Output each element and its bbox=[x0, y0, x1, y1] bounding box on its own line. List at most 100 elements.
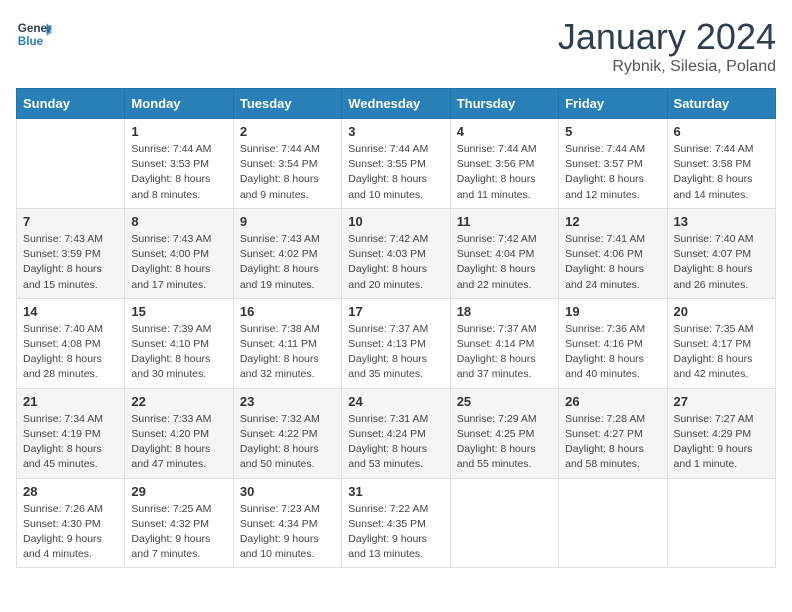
table-row: 19Sunrise: 7:36 AM Sunset: 4:16 PM Dayli… bbox=[559, 298, 667, 388]
calendar-week-row: 14Sunrise: 7:40 AM Sunset: 4:08 PM Dayli… bbox=[17, 298, 776, 388]
cell-content: Sunrise: 7:39 AM Sunset: 4:10 PM Dayligh… bbox=[131, 322, 226, 383]
cell-content: Sunrise: 7:44 AM Sunset: 3:58 PM Dayligh… bbox=[674, 142, 769, 203]
table-row: 27 Sunrise: 7:27 AM Sunset: 4:29 PM Dayli… bbox=[667, 388, 775, 478]
table-row bbox=[450, 478, 558, 568]
header-wednesday: Wednesday bbox=[342, 89, 450, 119]
date-number: 31 bbox=[348, 484, 443, 499]
table-row: 31Sunrise: 7:22 AM Sunset: 4:35 PM Dayli… bbox=[342, 478, 450, 568]
cell-content: Sunrise: 7:37 AM Sunset: 4:14 PM Dayligh… bbox=[457, 322, 552, 383]
cell-content: Sunrise: 7:44 AM Sunset: 3:57 PM Dayligh… bbox=[565, 142, 660, 203]
date-number: 30 bbox=[240, 484, 335, 499]
date-number: 13 bbox=[674, 214, 769, 229]
table-row bbox=[559, 478, 667, 568]
date-number: 2 bbox=[240, 124, 335, 139]
cell-content: Sunrise: 7:23 AM Sunset: 4:34 PM Dayligh… bbox=[240, 502, 335, 563]
calendar-table: Sunday Monday Tuesday Wednesday Thursday… bbox=[16, 88, 776, 568]
date-number: 15 bbox=[131, 304, 226, 319]
date-number: 16 bbox=[240, 304, 335, 319]
month-year-title: January 2024 bbox=[558, 16, 776, 58]
cell-content: Sunrise: 7:42 AM Sunset: 4:03 PM Dayligh… bbox=[348, 232, 443, 293]
cell-content: Sunrise: 7:35 AM Sunset: 4:17 PM Dayligh… bbox=[674, 322, 769, 383]
date-number: 7 bbox=[23, 214, 118, 229]
logo-icon: General Blue bbox=[16, 16, 52, 52]
date-number: 8 bbox=[131, 214, 226, 229]
date-number: 25 bbox=[457, 394, 552, 409]
date-number: 5 bbox=[565, 124, 660, 139]
table-row: 17 Sunrise: 7:37 AM Sunset: 4:13 PM Dayli… bbox=[342, 298, 450, 388]
header-sunday: Sunday bbox=[17, 89, 125, 119]
table-row: 21 Sunrise: 7:34 AM Sunset: 4:19 PM Dayli… bbox=[17, 388, 125, 478]
table-row: 16 Sunrise: 7:38 AM Sunset: 4:11 PM Dayli… bbox=[233, 298, 341, 388]
cell-content: Sunrise: 7:37 AM Sunset: 4:13 PM Dayligh… bbox=[348, 322, 443, 383]
header-monday: Monday bbox=[125, 89, 233, 119]
header-saturday: Saturday bbox=[667, 89, 775, 119]
table-row: 22 Sunrise: 7:33 AM Sunset: 4:20 PM Dayli… bbox=[125, 388, 233, 478]
table-row: 1 Sunrise: 7:44 AM Sunset: 3:53 PM Daylig… bbox=[125, 119, 233, 209]
date-number: 28 bbox=[23, 484, 118, 499]
date-number: 11 bbox=[457, 214, 552, 229]
cell-content: Sunrise: 7:44 AM Sunset: 3:56 PM Dayligh… bbox=[457, 142, 552, 203]
cell-content: Sunrise: 7:43 AM Sunset: 4:02 PM Dayligh… bbox=[240, 232, 335, 293]
cell-content: Sunrise: 7:32 AM Sunset: 4:22 PM Dayligh… bbox=[240, 412, 335, 473]
date-number: 10 bbox=[348, 214, 443, 229]
cell-content: Sunrise: 7:38 AM Sunset: 4:11 PM Dayligh… bbox=[240, 322, 335, 383]
cell-content: Sunrise: 7:43 AM Sunset: 4:00 PM Dayligh… bbox=[131, 232, 226, 293]
table-row: 18 Sunrise: 7:37 AM Sunset: 4:14 PM Dayli… bbox=[450, 298, 558, 388]
header-tuesday: Tuesday bbox=[233, 89, 341, 119]
cell-content: Sunrise: 7:40 AM Sunset: 4:08 PM Dayligh… bbox=[23, 322, 118, 383]
date-number: 17 bbox=[348, 304, 443, 319]
table-row: 3 Sunrise: 7:44 AM Sunset: 3:55 PM Daylig… bbox=[342, 119, 450, 209]
calendar-week-row: 7 Sunrise: 7:43 AM Sunset: 3:59 PM Daylig… bbox=[17, 208, 776, 298]
date-number: 20 bbox=[674, 304, 769, 319]
table-row: 28Sunrise: 7:26 AM Sunset: 4:30 PM Dayli… bbox=[17, 478, 125, 568]
table-row: 14Sunrise: 7:40 AM Sunset: 4:08 PM Dayli… bbox=[17, 298, 125, 388]
svg-text:Blue: Blue bbox=[18, 35, 44, 48]
header-thursday: Thursday bbox=[450, 89, 558, 119]
page-header: General Blue January 2024 Rybnik, Silesi… bbox=[16, 16, 776, 76]
table-row: 12Sunrise: 7:41 AM Sunset: 4:06 PM Dayli… bbox=[559, 208, 667, 298]
cell-content: Sunrise: 7:34 AM Sunset: 4:19 PM Dayligh… bbox=[23, 412, 118, 473]
cell-content: Sunrise: 7:25 AM Sunset: 4:32 PM Dayligh… bbox=[131, 502, 226, 563]
date-number: 29 bbox=[131, 484, 226, 499]
table-row bbox=[667, 478, 775, 568]
cell-content: Sunrise: 7:27 AM Sunset: 4:29 PM Dayligh… bbox=[674, 412, 769, 473]
table-row: 24 Sunrise: 7:31 AM Sunset: 4:24 PM Dayli… bbox=[342, 388, 450, 478]
table-row: 5 Sunrise: 7:44 AM Sunset: 3:57 PM Daylig… bbox=[559, 119, 667, 209]
date-number: 4 bbox=[457, 124, 552, 139]
table-row: 2 Sunrise: 7:44 AM Sunset: 3:54 PM Daylig… bbox=[233, 119, 341, 209]
cell-content: Sunrise: 7:44 AM Sunset: 3:54 PM Dayligh… bbox=[240, 142, 335, 203]
location-subtitle: Rybnik, Silesia, Poland bbox=[558, 58, 776, 76]
table-row: 20 Sunrise: 7:35 AM Sunset: 4:17 PM Dayli… bbox=[667, 298, 775, 388]
date-number: 24 bbox=[348, 394, 443, 409]
header-friday: Friday bbox=[559, 89, 667, 119]
date-number: 23 bbox=[240, 394, 335, 409]
cell-content: Sunrise: 7:33 AM Sunset: 4:20 PM Dayligh… bbox=[131, 412, 226, 473]
cell-content: Sunrise: 7:44 AM Sunset: 3:55 PM Dayligh… bbox=[348, 142, 443, 203]
cell-content: Sunrise: 7:29 AM Sunset: 4:25 PM Dayligh… bbox=[457, 412, 552, 473]
table-row: 15 Sunrise: 7:39 AM Sunset: 4:10 PM Dayli… bbox=[125, 298, 233, 388]
cell-content: Sunrise: 7:44 AM Sunset: 3:53 PM Dayligh… bbox=[131, 142, 226, 203]
date-number: 18 bbox=[457, 304, 552, 319]
title-section: January 2024 Rybnik, Silesia, Poland bbox=[558, 16, 776, 76]
date-number: 19 bbox=[565, 304, 660, 319]
date-number: 3 bbox=[348, 124, 443, 139]
table-row: 8 Sunrise: 7:43 AM Sunset: 4:00 PM Daylig… bbox=[125, 208, 233, 298]
cell-content: Sunrise: 7:28 AM Sunset: 4:27 PM Dayligh… bbox=[565, 412, 660, 473]
cell-content: Sunrise: 7:31 AM Sunset: 4:24 PM Dayligh… bbox=[348, 412, 443, 473]
calendar-week-row: 21 Sunrise: 7:34 AM Sunset: 4:19 PM Dayli… bbox=[17, 388, 776, 478]
cell-content: Sunrise: 7:43 AM Sunset: 3:59 PM Dayligh… bbox=[23, 232, 118, 293]
cell-content: Sunrise: 7:41 AM Sunset: 4:06 PM Dayligh… bbox=[565, 232, 660, 293]
date-number: 9 bbox=[240, 214, 335, 229]
date-number: 21 bbox=[23, 394, 118, 409]
table-row: 29 Sunrise: 7:25 AM Sunset: 4:32 PM Dayli… bbox=[125, 478, 233, 568]
table-row bbox=[17, 119, 125, 209]
date-number: 27 bbox=[674, 394, 769, 409]
table-row: 4 Sunrise: 7:44 AM Sunset: 3:56 PM Daylig… bbox=[450, 119, 558, 209]
date-number: 6 bbox=[674, 124, 769, 139]
table-row: 6 Sunrise: 7:44 AM Sunset: 3:58 PM Daylig… bbox=[667, 119, 775, 209]
table-row: 10 Sunrise: 7:42 AM Sunset: 4:03 PM Dayli… bbox=[342, 208, 450, 298]
date-number: 1 bbox=[131, 124, 226, 139]
date-number: 22 bbox=[131, 394, 226, 409]
cell-content: Sunrise: 7:40 AM Sunset: 4:07 PM Dayligh… bbox=[674, 232, 769, 293]
table-row: 11Sunrise: 7:42 AM Sunset: 4:04 PM Dayli… bbox=[450, 208, 558, 298]
